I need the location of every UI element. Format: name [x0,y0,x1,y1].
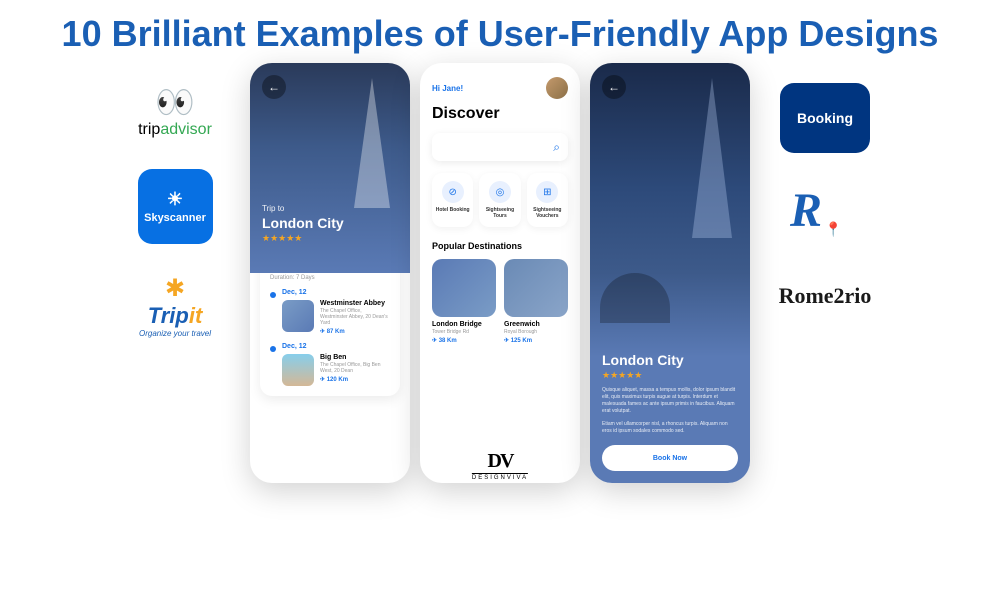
rating-stars: ★★★★★ [262,233,398,244]
tour-date: Dec, 12 [282,289,390,296]
brand-tripadvisor: 👀 tripadvisor [115,83,235,139]
tour-image [282,354,314,386]
trip-label: Trip to [262,204,398,213]
search-icon: ⌕ [553,140,560,155]
pin-icon: 📍 [825,221,842,238]
skyscanner-logo: ☀ Skyscanner [138,169,213,244]
sun-icon: ☀ [144,189,206,210]
destination-distance: ✈ 38 Km [432,337,496,344]
destinations-row: London Bridge Tower Bridge Rd ✈ 38 Km Gr… [432,259,568,344]
category-label: Sightseeing Vouchers [530,207,565,219]
left-brands: 👀 tripadvisor ☀ Skyscanner ✱ Tripit Orga… [115,63,235,338]
city-name: London City [262,215,398,231]
shard-graphic [692,78,732,238]
right-brands: Booking R 📍 Rome2rio [765,63,885,309]
city-description-2: Etiam vel ullamcorper nisl, a rhoncus tu… [602,421,738,435]
tour-item[interactable]: Dec, 12 Big Ben The Chapel Office, Big B… [270,343,390,386]
search-input[interactable]: ⌕ [432,133,568,161]
compass-icon: ◎ [489,181,511,203]
book-button[interactable]: Book Now [602,445,738,471]
category-label: Sightseeing Tours [482,207,517,219]
brand-skyscanner: ☀ Skyscanner [115,169,235,244]
gift-icon: ⊞ [536,181,558,203]
category-sightseeing[interactable]: ◎ Sightseeing Tours [479,173,520,227]
shard-graphic [354,78,390,208]
tripadvisor-text: tripadvisor [138,121,212,139]
card-subtitle: Duration: 7 Days [270,275,390,281]
back-button[interactable]: ← [602,75,626,99]
rating-stars: ★★★★★ [602,370,738,381]
phone3-content: London City ★★★★★ Quisque aliquet, massa… [602,352,738,471]
owl-icon: 👀 [155,83,195,121]
brand-booking: Booking [780,83,870,153]
r-logo: R 📍 [790,183,860,253]
tour-distance: ✈ 87 Km [320,328,390,335]
date-dot [270,346,276,352]
destination-name: Greenwich [504,321,568,328]
destination-name: London Bridge [432,321,496,328]
burst-icon: ✱ [165,274,185,303]
discover-heading: Discover [432,105,568,123]
booking-logo: Booking [780,83,870,153]
destination-card[interactable]: Greenwich Royal Borough ✈ 125 Km [504,259,568,344]
destination-desc: Tower Bridge Rd [432,329,496,335]
tripit-logo: Tripit [148,303,203,329]
building-graphic [600,273,670,323]
destination-desc: Royal Borough [504,329,568,335]
tour-desc: The Chapel Office, Westminster Abbey, 20… [320,308,390,326]
avatar[interactable] [546,77,568,99]
destination-image [432,259,496,317]
destination-card[interactable]: London Bridge Tower Bridge Rd ✈ 38 Km [432,259,496,344]
date-dot [270,292,276,298]
tour-item[interactable]: Dec, 12 Westminster Abbey The Chapel Off… [270,289,390,335]
brand-rome2rio: Rome2rio [779,283,872,309]
tour-details-card: Tour Details Duration: 7 Days Dec, 12 We… [260,253,400,396]
tour-desc: The Chapel Office, Big Ben West, 20 Dean [320,362,390,374]
phone-1: ← Trip to London City ★★★★★ Tour Details… [250,63,410,483]
tour-date: Dec, 12 [282,343,390,350]
tour-image [282,300,314,332]
phone1-hero: ← Trip to London City ★★★★★ [250,63,410,273]
category-hotel[interactable]: ⊘ Hotel Booking [432,173,473,227]
destination-image [504,259,568,317]
phone-3: ← London City ★★★★★ Quisque aliquet, mas… [590,63,750,483]
popular-heading: Popular Destinations [432,241,568,251]
designviva-logo: DV DESIGNVIVA [472,450,528,481]
back-button[interactable]: ← [262,75,286,99]
category-label: Hotel Booking [435,207,470,213]
brand-r: R 📍 [790,183,860,253]
page-title: 10 Brilliant Examples of User-Friendly A… [0,0,1000,63]
tripit-tagline: Organize your travel [139,329,211,338]
key-icon: ⊘ [442,181,464,203]
phone-2: Hi Jane! Discover ⌕ ⊘ Hotel Booking ◎ Si… [420,63,580,483]
tour-distance: ✈ 120 Km [320,376,390,383]
greeting: Hi Jane! [432,84,463,93]
tour-name: Big Ben [320,354,390,361]
category-row: ⊘ Hotel Booking ◎ Sightseeing Tours ⊞ Si… [432,173,568,227]
category-vouchers[interactable]: ⊞ Sightseeing Vouchers [527,173,568,227]
phone2-header: Hi Jane! [432,77,568,99]
phone-mockups: ← Trip to London City ★★★★★ Tour Details… [250,63,750,483]
brand-tripit: ✱ Tripit Organize your travel [115,274,235,338]
content-row: 👀 tripadvisor ☀ Skyscanner ✱ Tripit Orga… [0,63,1000,483]
tour-name: Westminster Abbey [320,300,390,307]
rome2rio-logo: Rome2rio [779,283,872,309]
city-name: London City [602,352,738,368]
destination-distance: ✈ 125 Km [504,337,568,344]
city-description: Quisque aliquet, massa a tempus mollis, … [602,387,738,415]
